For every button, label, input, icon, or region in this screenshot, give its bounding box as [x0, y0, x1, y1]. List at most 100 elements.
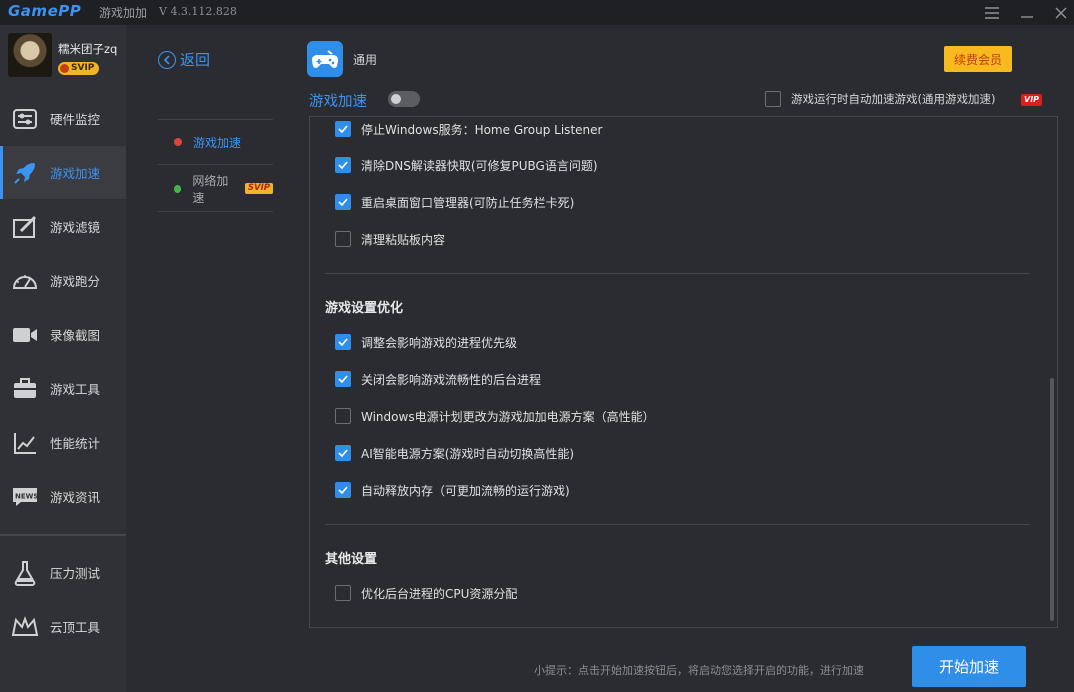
username: 糯米团子zq	[58, 42, 118, 56]
sidebar-item-game-boost[interactable]: 游戏加速	[0, 146, 126, 199]
sidebar-item-label: 游戏加速	[50, 166, 101, 181]
sidebar-item-recording[interactable]: 录像截图	[0, 308, 126, 361]
option-label: 优化后台进程的CPU资源分配	[361, 586, 518, 601]
checkmark-icon	[338, 161, 348, 169]
subnav-network-boost[interactable]: 网络加速 SVIP	[158, 166, 273, 212]
checkmark-icon	[338, 338, 348, 346]
option-label: 清理粘贴板内容	[361, 232, 446, 247]
sidebar-item-statistics[interactable]: 性能统计	[0, 416, 126, 469]
back-arrow-icon	[158, 50, 176, 69]
flask-icon	[11, 560, 39, 586]
option-flush-dns[interactable]: 清除DNS解读器快取(可修复PUBG语言问题)	[335, 155, 598, 175]
section-divider	[325, 273, 1030, 274]
auto-accelerate-label: 游戏运行时自动加速游戏(通用游戏加速)	[791, 92, 996, 106]
option-label: 重启桌面窗口管理器(可防止任务栏卡死)	[361, 195, 575, 210]
renew-membership-button[interactable]: 续费会员	[944, 46, 1012, 72]
sidebar-item-label: 压力测试	[50, 566, 101, 581]
svip-badge: SVIP	[58, 62, 100, 75]
option-power-plan[interactable]: Windows电源计划更改为游戏加加电源方案（高性能）	[335, 406, 655, 426]
option-restart-dwm[interactable]: 重启桌面窗口管理器(可防止任务栏卡死)	[335, 192, 574, 212]
auto-accelerate-checkbox[interactable]: 游戏运行时自动加速游戏(通用游戏加速)	[765, 91, 995, 107]
sidebar-item-label: 硬件监控	[50, 112, 101, 127]
sidebar-item-hardware-monitor[interactable]: 硬件监控	[0, 92, 126, 145]
sidebar-item-cloud-tools[interactable]: 云顶工具	[0, 600, 126, 653]
options-panel: 停止Windows服务：Home Group Listener 清除DNS解读器…	[309, 116, 1058, 628]
subnav-label: 网络加速	[192, 173, 229, 205]
checkmark-icon	[338, 375, 348, 383]
close-icon	[1055, 7, 1067, 18]
svip-tag: SVIP	[244, 183, 273, 194]
gamepad-icon	[307, 41, 343, 77]
option-clear-clipboard[interactable]: 清理粘贴板内容	[335, 229, 445, 249]
section-title: 游戏加速	[309, 94, 367, 110]
status-dot	[174, 184, 182, 193]
option-label: AI智能电源方案(游戏时自动切换高性能)	[361, 446, 575, 461]
checkbox-checked[interactable]	[335, 334, 351, 350]
checkmark-icon	[338, 449, 348, 457]
checkbox[interactable]	[765, 91, 781, 107]
sidebar-item-label: 录像截图	[50, 328, 101, 343]
app-label: 通用	[353, 53, 378, 67]
group-title-other-settings: 其他设置	[325, 552, 378, 567]
start-boost-button[interactable]: 开始加速	[912, 646, 1026, 687]
option-label: 停止Windows服务：Home Group Listener	[361, 122, 603, 137]
option-process-priority[interactable]: 调整会影响游戏的进程优先级	[335, 332, 517, 352]
vip-tag: VIP	[1021, 94, 1043, 106]
section-divider	[325, 524, 1030, 525]
option-stop-homegroup[interactable]: 停止Windows服务：Home Group Listener	[335, 119, 602, 139]
sidebar-item-label: 游戏工具	[50, 382, 101, 397]
avatar[interactable]	[8, 33, 52, 77]
hint-text: 小提示：点击开始加速按钮后，将启动您选择开启的功能，进行加速	[534, 664, 864, 677]
app-logo: GamePP	[8, 2, 82, 20]
back-label: 返回	[180, 51, 211, 69]
hardware-monitor-icon	[11, 107, 39, 131]
sidebar-item-benchmark[interactable]: 游戏跑分	[0, 254, 126, 307]
option-ai-power[interactable]: AI智能电源方案(游戏时自动切换高性能)	[335, 443, 574, 463]
sidebar: 糯米团子zq SVIP 硬件监控 游戏加速 游戏滤镜 游戏跑分 录像截图 游戏工…	[0, 25, 126, 692]
user-profile[interactable]: 糯米团子zq SVIP	[0, 25, 126, 89]
checkmark-icon	[338, 125, 348, 133]
option-label: 清除DNS解读器快取(可修复PUBG语言问题)	[361, 158, 598, 173]
checkbox-checked[interactable]	[335, 194, 351, 210]
sidebar-item-label: 游戏滤镜	[50, 220, 101, 235]
title-bar: GamePP 游戏加加 V 4.3.112.828	[0, 0, 1074, 25]
filter-icon	[11, 215, 39, 239]
sidebar-item-label: 性能统计	[50, 436, 101, 451]
option-cpu-allocation[interactable]: 优化后台进程的CPU资源分配	[335, 583, 517, 603]
checkbox-checked[interactable]	[335, 482, 351, 498]
menu-button[interactable]	[979, 0, 1005, 25]
sidebar-item-stress-test[interactable]: 压力测试	[0, 546, 126, 599]
camera-icon	[11, 323, 39, 347]
chart-icon	[11, 431, 39, 455]
checkmark-icon	[338, 486, 348, 494]
option-label: Windows电源计划更改为游戏加加电源方案（高性能）	[361, 409, 655, 424]
checkbox-checked[interactable]	[335, 371, 351, 387]
subnav-game-boost[interactable]: 游戏加速	[158, 119, 273, 165]
minimize-icon	[1021, 15, 1033, 18]
sidebar-item-news[interactable]: NEWS 游戏资讯	[0, 470, 126, 523]
back-button[interactable]: 返回	[158, 49, 210, 70]
svg-text:NEWS: NEWS	[15, 492, 38, 500]
option-close-background[interactable]: 关闭会影响游戏流畅性的后台进程	[335, 369, 541, 389]
checkbox[interactable]	[335, 408, 351, 424]
hamburger-icon	[985, 6, 999, 19]
news-icon: NEWS	[11, 485, 39, 509]
checkbox-checked[interactable]	[335, 157, 351, 173]
minimize-button[interactable]	[1014, 0, 1040, 25]
sidebar-item-game-filter[interactable]: 游戏滤镜	[0, 200, 126, 253]
close-button[interactable]	[1048, 0, 1074, 25]
sidebar-item-game-tools[interactable]: 游戏工具	[0, 362, 126, 415]
subnav-label: 游戏加速	[193, 135, 242, 150]
app-title: 游戏加加	[99, 6, 148, 20]
option-release-memory[interactable]: 自动释放内存（可更加流畅的运行游戏)	[335, 480, 570, 500]
option-label: 关闭会影响游戏流畅性的后台进程	[361, 372, 542, 387]
checkbox-checked[interactable]	[335, 445, 351, 461]
rocket-icon	[11, 161, 39, 185]
game-boost-toggle[interactable]	[388, 91, 420, 107]
scrollbar[interactable]	[1050, 378, 1054, 621]
sidebar-item-label: 游戏跑分	[50, 274, 101, 289]
checkbox[interactable]	[335, 585, 351, 601]
checkbox-checked[interactable]	[335, 121, 351, 137]
speedometer-icon	[11, 269, 39, 293]
checkbox[interactable]	[335, 231, 351, 247]
